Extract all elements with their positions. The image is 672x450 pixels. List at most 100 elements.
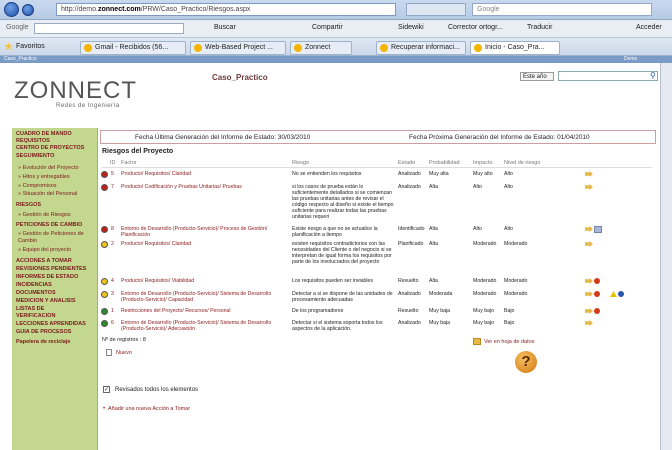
risk-probabilidad: Alta: [429, 278, 438, 284]
toolbar-corrector[interactable]: Corrector ortogr...: [448, 24, 503, 31]
risk-id[interactable]: 4: [111, 278, 114, 284]
sidebar-item[interactable]: RIESGOS: [16, 202, 41, 208]
datasheet-link[interactable]: Ver en hoja de datos: [484, 339, 534, 345]
datasheet-icon[interactable]: [473, 338, 481, 345]
sidebar-item[interactable]: INFORMES DE ESTADO: [16, 274, 78, 280]
sidebar-item[interactable]: REQUISITOS: [16, 138, 50, 144]
tab-gmail[interactable]: Gmail - Recibidos (56...: [80, 41, 186, 55]
sidebar-item[interactable]: ACCIONES A TOMAR: [16, 258, 72, 264]
address-bar[interactable]: http://demo.zonnect.com/PRW/Caso_Practic…: [56, 3, 396, 16]
vertical-scrollbar[interactable]: [660, 63, 672, 450]
toolbar-buscar[interactable]: Buscar: [214, 24, 236, 31]
page-caption-bar: [0, 56, 672, 63]
sidebar-item[interactable]: » Gestión de Riesgos: [18, 212, 71, 218]
sidebar-item[interactable]: » Evolución del Proyecto: [18, 165, 79, 171]
risk-factor[interactable]: Producto/ Codificación y Pruebas Unitari…: [121, 184, 286, 190]
risk-impacto: Alto: [473, 184, 482, 190]
browser-buttons[interactable]: [406, 3, 466, 16]
risk-description: Existe riesgo a que no se actualice la p…: [292, 226, 378, 238]
tab-zonnect[interactable]: Zonnect: [290, 41, 352, 55]
risk-factor[interactable]: Entorno de Desarrollo (Producto-Servicio…: [121, 320, 286, 332]
sidebar-item[interactable]: DOCUMENTOS: [16, 290, 56, 296]
risk-id[interactable]: 7: [111, 184, 114, 190]
risk-id[interactable]: 8: [111, 226, 114, 232]
sidebar-item[interactable]: » Hitos y entregables: [18, 174, 70, 180]
risk-id[interactable]: 3: [111, 291, 114, 297]
sidebar-item[interactable]: Cambio: [18, 238, 37, 244]
risk-id[interactable]: 5: [111, 171, 114, 177]
alert-icon[interactable]: [594, 308, 600, 314]
sidebar-item[interactable]: CUADRO DE MANDO: [16, 131, 72, 137]
back-icon[interactable]: [4, 2, 19, 17]
toolbar-sidewiki[interactable]: Sidewiki: [398, 24, 424, 31]
risk-id[interactable]: 2: [111, 241, 114, 247]
action-arrow-icon[interactable]: [585, 308, 593, 314]
forward-icon[interactable]: [22, 4, 34, 16]
risk-description: De los programadores: [292, 308, 344, 314]
reviewed-checkbox[interactable]: ✓: [103, 386, 110, 393]
new-risk-link[interactable]: Nuevo: [116, 350, 132, 356]
risk-estado: Planificado: [398, 241, 424, 247]
alert-icon[interactable]: [594, 278, 600, 284]
year-select[interactable]: Este año: [520, 72, 554, 81]
risk-factor[interactable]: Producto/ Requisitos/ Claridad: [121, 171, 286, 177]
risk-factor[interactable]: Entorno de Desarrollo (Producto-Servicio…: [121, 291, 286, 303]
edit-icon[interactable]: [594, 226, 602, 233]
sidebar-item[interactable]: PETICIONES DE CAMBIO: [16, 222, 82, 228]
sidebar-item[interactable]: » Equipo del proyecto: [18, 247, 71, 253]
sidebar-item[interactable]: REVISIONES PENDIENTES: [16, 266, 86, 272]
risk-nivel: Alto: [504, 226, 513, 232]
sidebar-item[interactable]: INCIDENCIAS: [16, 282, 52, 288]
sidebar-item[interactable]: SEGUIMIENTO: [16, 153, 54, 159]
risk-factor[interactable]: Entorno de Desarrollo (Producto-Servicio…: [121, 226, 286, 238]
risk-nivel: Moderado: [504, 278, 528, 284]
action-arrow-icon[interactable]: [585, 171, 593, 177]
risk-nivel: Bajo: [504, 320, 515, 326]
sidebar-item[interactable]: » Compromisos: [18, 183, 57, 189]
col-factor: Factor: [121, 160, 137, 166]
sidebar-item[interactable]: LECCIONES APRENDIDAS: [16, 321, 86, 327]
sidebar-item[interactable]: Papelera de reciclaje: [16, 339, 70, 345]
action-arrow-icon[interactable]: [585, 184, 593, 190]
tab-project[interactable]: Web-Based Project ...: [190, 41, 286, 55]
risk-probabilidad: Alta: [429, 226, 438, 232]
risk-impacto: Moderado: [473, 291, 497, 297]
toolbar-traducir[interactable]: Traducir: [527, 24, 552, 31]
help-icon[interactable]: ?: [515, 351, 537, 373]
action-arrow-icon[interactable]: [585, 226, 593, 232]
sidebar-item[interactable]: CENTRO DE PROYECTOS: [16, 145, 84, 151]
tab-recuperar[interactable]: Recuperar informaci...: [376, 41, 466, 55]
toolbar-google[interactable]: Google: [6, 24, 29, 31]
search-box[interactable]: Google: [472, 3, 652, 16]
action-arrow-icon[interactable]: [585, 291, 593, 297]
toolbar-compartir[interactable]: Compartir: [312, 24, 343, 31]
risk-impacto: Muy bajo: [473, 320, 495, 326]
alert-icon[interactable]: [594, 291, 600, 297]
risk-factor[interactable]: Restricciones del Proyecto/ Recursos/ Pe…: [121, 308, 286, 314]
site-search-input[interactable]: [558, 71, 658, 81]
logo-subtitle: Redes de Ingeniería: [56, 103, 120, 109]
risk-factor[interactable]: Producto/ Requisitos/ Claridad: [121, 241, 286, 247]
sidebar-item[interactable]: MEDICION Y ANALISIS: [16, 298, 76, 304]
add-action-link[interactable]: Añadir una nueva Acción a Tomar: [108, 406, 190, 412]
new-document-icon[interactable]: [106, 349, 112, 356]
action-arrow-icon[interactable]: [585, 320, 593, 326]
risk-estado: Resuelto: [398, 308, 419, 314]
search-icon[interactable]: ⚲: [650, 71, 656, 80]
action-arrow-icon[interactable]: [585, 278, 593, 284]
risk-estado: Analizado: [398, 171, 421, 177]
risk-id[interactable]: 1: [111, 308, 114, 314]
sidebar-item[interactable]: » Gestión de Peticiones de: [18, 231, 84, 237]
tab-inicio-active[interactable]: Inicio - Caso_Pra...: [470, 41, 560, 55]
sidebar-item[interactable]: » Situación del Personal: [18, 191, 77, 197]
action-arrow-icon[interactable]: [585, 241, 593, 247]
toolbar-acceder[interactable]: Acceder: [636, 24, 662, 31]
sidebar-item[interactable]: VERIFICACION: [16, 313, 55, 319]
google-search-input[interactable]: [34, 23, 184, 34]
favorites-label[interactable]: Favoritos: [16, 43, 45, 50]
sidebar-item[interactable]: LISTAS DE: [16, 306, 44, 312]
last-generation-date: Fecha Última Generación del Informe de E…: [135, 134, 311, 141]
risk-id[interactable]: 6: [111, 320, 114, 326]
sidebar-item[interactable]: GUIA DE PROCESOS: [16, 329, 71, 335]
risk-factor[interactable]: Producto/ Requisitos/ Viabilidad: [121, 278, 286, 284]
